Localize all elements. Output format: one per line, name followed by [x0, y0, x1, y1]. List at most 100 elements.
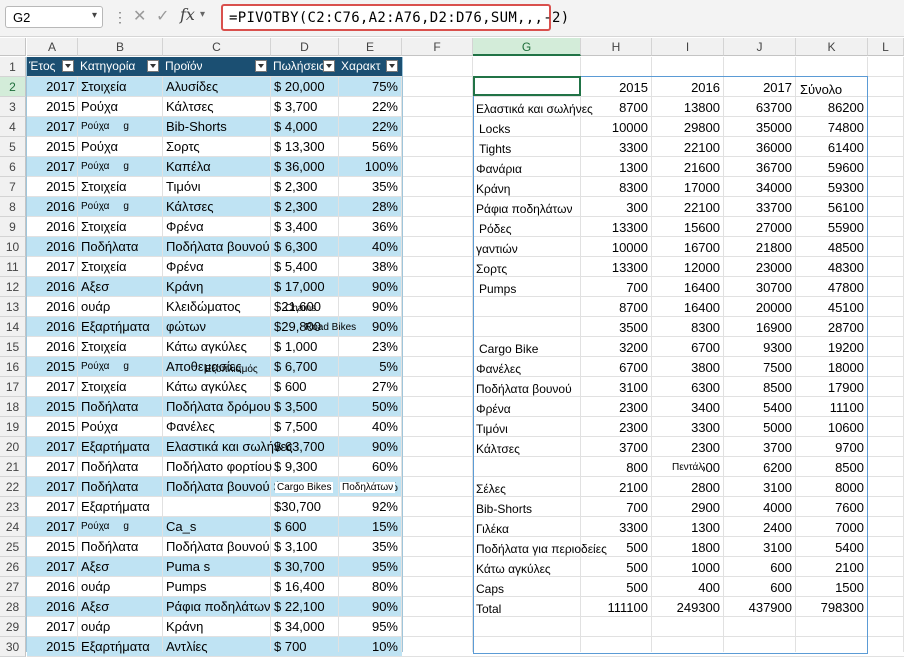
- table-cell-percent[interactable]: 40%: [339, 239, 398, 254]
- table-cell-product[interactable]: Κράνη: [166, 619, 203, 634]
- filter-dropdown-icon[interactable]: [62, 60, 74, 72]
- table-header-5[interactable]: Χαρακτ: [341, 57, 400, 76]
- filter-dropdown-icon[interactable]: [386, 60, 398, 72]
- table-header-3[interactable]: Προϊόν: [165, 57, 269, 76]
- table-cell-percent[interactable]: 50%: [339, 399, 398, 414]
- row-header[interactable]: 13: [0, 297, 26, 317]
- table-cell-sales[interactable]: $ 600: [274, 379, 334, 394]
- row-header[interactable]: 12: [0, 277, 26, 297]
- table-cell-sales[interactable]: $30,700: [274, 499, 334, 514]
- table-cell-year[interactable]: 2015: [27, 419, 75, 434]
- table-cell-sales[interactable]: $ 1,000: [274, 339, 334, 354]
- row-header[interactable]: 18: [0, 397, 26, 417]
- row-header[interactable]: 10: [0, 237, 26, 257]
- table-cell-percent[interactable]: 90%: [339, 439, 398, 454]
- table-cell-product[interactable]: Κάλτσες: [166, 199, 214, 214]
- table-cell-year[interactable]: 2016: [27, 579, 75, 594]
- table-cell-percent[interactable]: 36%: [339, 219, 398, 234]
- table-cell-percent[interactable]: 95%: [339, 559, 398, 574]
- table-cell-category[interactable]: Εξαρτήματα: [81, 319, 150, 334]
- table-cell-product[interactable]: Αλυσίδες: [166, 79, 218, 94]
- table-header-4[interactable]: Πωλήσεις: [273, 57, 337, 76]
- table-cell-year[interactable]: 2016: [27, 299, 75, 314]
- table-cell-sales[interactable]: $ 600: [274, 519, 334, 534]
- table-cell-year[interactable]: 2017: [27, 79, 75, 94]
- table-cell-category[interactable]: Ρούχα g: [81, 361, 129, 372]
- table-cell-year[interactable]: 2017: [27, 119, 75, 134]
- insert-function-icon[interactable]: fx: [180, 5, 195, 24]
- table-cell-sales[interactable]: $ 3,700: [274, 99, 334, 114]
- row-header[interactable]: 25: [0, 537, 26, 557]
- table-cell-percent[interactable]: 27%: [339, 379, 398, 394]
- column-header-j[interactable]: J: [724, 38, 796, 56]
- row-header[interactable]: 27: [0, 577, 26, 597]
- table-cell-product[interactable]: Ποδήλατα βουνού: [166, 239, 270, 254]
- table-cell-category[interactable]: Εξαρτήματα: [81, 499, 150, 514]
- table-cell-category[interactable]: Ρούχα g: [81, 121, 129, 132]
- filter-dropdown-icon[interactable]: [255, 60, 267, 72]
- column-header-d[interactable]: D: [271, 38, 339, 56]
- column-header-a[interactable]: A: [27, 38, 78, 56]
- table-header-2[interactable]: Κατηγορία: [80, 57, 161, 76]
- table-cell-percent[interactable]: 5%: [339, 359, 398, 374]
- table-header-1[interactable]: Έτος: [29, 57, 76, 76]
- table-cell-percent[interactable]: 22%: [339, 119, 398, 134]
- column-header-g[interactable]: G: [473, 38, 581, 56]
- chevron-down-icon[interactable]: ▾: [92, 10, 97, 21]
- chevron-down-icon[interactable]: ▾: [200, 9, 205, 20]
- table-cell-year[interactable]: 2015: [27, 539, 75, 554]
- table-cell-percent[interactable]: 40%: [339, 419, 398, 434]
- spreadsheet-grid[interactable]: Έτος Κατηγορία Προϊόν Πωλήσεις Χαρακτ 2017 Στο…: [0, 38, 904, 657]
- row-header[interactable]: 26: [0, 557, 26, 577]
- filter-dropdown-icon[interactable]: [323, 60, 335, 72]
- table-cell-category[interactable]: Ρούχα g: [81, 201, 129, 212]
- table-cell-year[interactable]: 2016: [27, 339, 75, 354]
- table-cell-category[interactable]: Στοιχεία: [81, 79, 127, 94]
- table-cell-sales[interactable]: $ 22,100: [274, 599, 334, 614]
- row-header[interactable]: 28: [0, 597, 26, 617]
- table-cell-year[interactable]: 2015: [27, 399, 75, 414]
- row-header[interactable]: 19: [0, 417, 26, 437]
- table-cell-percent[interactable]: 92%: [339, 499, 398, 514]
- table-cell-product[interactable]: Ποδήλατα βουνού: [166, 479, 270, 494]
- column-header-k[interactable]: K: [796, 38, 868, 56]
- table-cell-product[interactable]: Ca_s: [166, 519, 196, 534]
- table-cell-year[interactable]: 2017: [27, 559, 75, 574]
- table-cell-product[interactable]: Ποδήλατα δρόμου: [166, 399, 271, 414]
- table-cell-sales[interactable]: $ 3,100: [274, 539, 334, 554]
- table-cell-product[interactable]: Τιμόνι: [166, 179, 200, 194]
- table-cell-percent[interactable]: 38%: [339, 259, 398, 274]
- enter-check-icon[interactable]: ✓: [156, 6, 169, 26]
- table-cell-sales[interactable]: $ 4,000: [274, 119, 334, 134]
- row-header[interactable]: 15: [0, 337, 26, 357]
- column-header-h[interactable]: H: [581, 38, 652, 56]
- table-cell-sales[interactable]: $ 6,700: [274, 359, 334, 374]
- table-cell-category[interactable]: Στοιχεία: [81, 339, 127, 354]
- row-header[interactable]: 29: [0, 617, 26, 637]
- table-cell-percent[interactable]: 56%: [339, 139, 398, 154]
- table-cell-percent[interactable]: 35%: [339, 539, 398, 554]
- table-cell-sales[interactable]: $ 13,300: [274, 139, 334, 154]
- table-cell-product[interactable]: Ποδήλατα βουνού: [166, 539, 270, 554]
- table-cell-product[interactable]: Ποδήλατο φορτίου: [166, 459, 272, 474]
- row-header[interactable]: 21: [0, 457, 26, 477]
- table-cell-year[interactable]: 2016: [27, 239, 75, 254]
- table-cell-sales[interactable]: $ 34,000: [274, 619, 334, 634]
- table-cell-year[interactable]: 2015: [27, 99, 75, 114]
- table-cell-percent[interactable]: 90%: [339, 299, 398, 314]
- table-cell-category[interactable]: Στοιχεία: [81, 259, 127, 274]
- table-cell-percent[interactable]: 80%: [339, 579, 398, 594]
- table-cell-category[interactable]: Εξαρτήματα: [81, 439, 150, 454]
- table-cell-product[interactable]: Φανέλες: [166, 419, 215, 434]
- table-cell-year[interactable]: 2017: [27, 459, 75, 474]
- table-cell-category[interactable]: Ρούχα: [81, 419, 118, 434]
- table-cell-category[interactable]: Ποδήλατα: [81, 239, 138, 254]
- table-cell-product[interactable]: Κάλτσες: [166, 99, 214, 114]
- table-cell-product[interactable]: Φρένα: [166, 259, 204, 274]
- table-cell-category[interactable]: Αξεσ: [81, 599, 109, 614]
- row-header[interactable]: 11: [0, 257, 26, 277]
- row-header[interactable]: 17: [0, 377, 26, 397]
- table-cell-percent[interactable]: 60%: [339, 459, 398, 474]
- table-cell-percent[interactable]: 90%: [339, 279, 398, 294]
- column-header-b[interactable]: B: [78, 38, 163, 56]
